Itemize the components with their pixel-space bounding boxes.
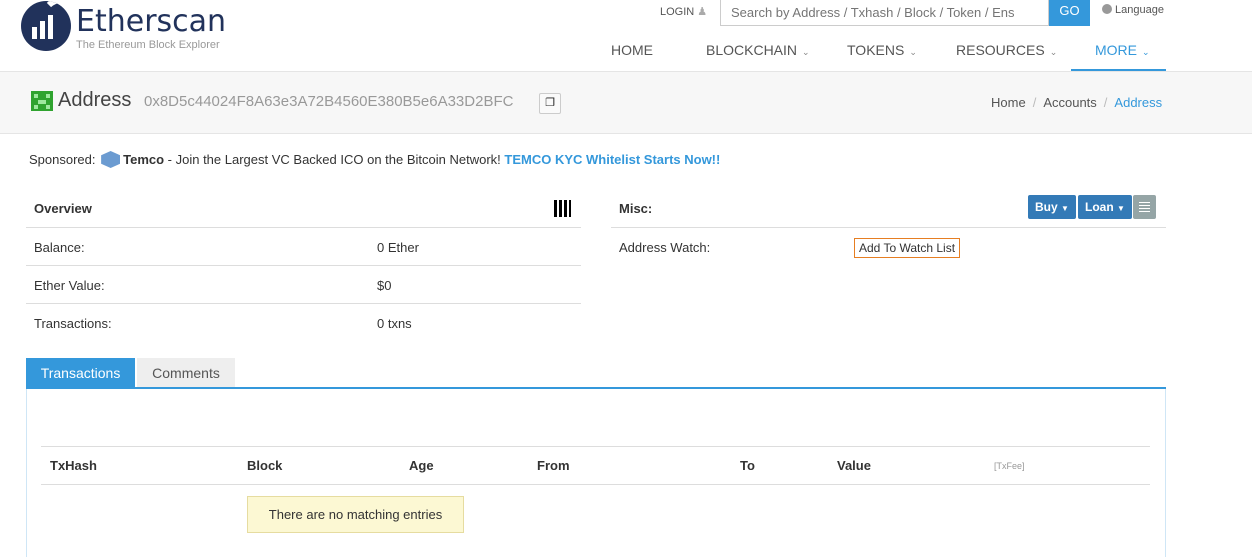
chevron-down-icon: ⌄ (909, 47, 917, 57)
address-identicon (31, 91, 53, 111)
globe-icon (1102, 4, 1112, 14)
search-input[interactable] (720, 0, 1049, 26)
brand-name: Etherscan (76, 4, 227, 39)
balance-label: Balance: (34, 240, 85, 255)
nav-more[interactable]: MORE ⌄ (1095, 42, 1150, 58)
col-txfee[interactable]: [TxFee] (994, 461, 1025, 471)
col-block: Block (247, 458, 283, 473)
nav-resources[interactable]: RESOURCES ⌄ (956, 42, 1057, 58)
transactions-row: Transactions: 0 txns (26, 304, 581, 342)
temco-logo-icon (101, 151, 121, 168)
etherscan-logo[interactable]: Etherscan The Ethereum Block Explorer (21, 1, 226, 51)
login-label: LOGIN (660, 6, 695, 18)
buy-label: Buy (1035, 200, 1058, 214)
nav-home[interactable]: HOME (611, 42, 653, 58)
sponsor-link[interactable]: TEMCO KYC Whitelist Starts Now!! (504, 152, 720, 167)
page-title: Address (58, 89, 132, 111)
loan-label: Loan (1085, 200, 1114, 214)
breadcrumb-home[interactable]: Home (991, 95, 1026, 110)
login-link[interactable]: LOGIN ♟ (660, 5, 707, 18)
misc-header: Misc: Buy ▼ Loan ▼ (611, 190, 1166, 228)
tab-content (26, 389, 1166, 557)
table-header-border (41, 484, 1150, 485)
nav-home-label: HOME (611, 42, 653, 58)
loan-button[interactable]: Loan ▼ (1078, 195, 1132, 219)
brand-tagline: The Ethereum Block Explorer (76, 39, 220, 51)
sponsored-banner: Sponsored: Temco - Join the Largest VC B… (29, 151, 720, 168)
col-txhash: TxHash (50, 458, 97, 473)
col-to: To (740, 458, 755, 473)
logo-icon (21, 1, 71, 51)
overview-panel: Overview Balance: 0 Ether Ether Value: $… (26, 190, 581, 342)
nav-active-indicator (1071, 69, 1166, 71)
overview-title: Overview (34, 201, 92, 216)
buy-button[interactable]: Buy ▼ (1028, 195, 1076, 219)
col-age: Age (409, 458, 434, 473)
search-go-button[interactable]: GO (1049, 0, 1090, 26)
ether-value-label: Ether Value: (34, 278, 105, 293)
transactions-label: Transactions: (34, 316, 112, 331)
overview-header: Overview (26, 190, 581, 228)
misc-title: Misc: (619, 201, 653, 216)
tab-comments[interactable]: Comments (137, 358, 235, 389)
nav-resources-label: RESOURCES (956, 42, 1045, 58)
nav-tokens[interactable]: TOKENS ⌄ (847, 42, 917, 58)
ether-value-row: Ether Value: $0 (26, 266, 581, 304)
nav-blockchain[interactable]: BLOCKCHAIN ⌄ (706, 42, 810, 58)
breadcrumb-accounts[interactable]: Accounts (1043, 95, 1096, 110)
breadcrumb: Home / Accounts / Address (991, 95, 1163, 110)
misc-panel: Misc: Buy ▼ Loan ▼ Address Watch: Add To… (611, 190, 1166, 266)
address-hash: 0x8D5c44024F8A63e3A72B4560E380B5e6A33D2B… (144, 93, 514, 110)
add-to-watch-list-button[interactable]: Add To Watch List (854, 238, 961, 258)
nav-tokens-label: TOKENS (847, 42, 905, 58)
col-value: Value (837, 458, 871, 473)
user-icon: ♟ (697, 6, 708, 18)
empty-table-message: There are no matching entries (247, 496, 464, 533)
breadcrumb-address: Address (1114, 95, 1163, 110)
menu-list-button[interactable] (1133, 195, 1156, 219)
col-from: From (537, 458, 570, 473)
address-watch-label: Address Watch: (619, 240, 711, 255)
caret-down-icon: ▼ (1061, 204, 1069, 213)
sponsored-label: Sponsored: (29, 152, 96, 167)
balance-value: 0 Ether (377, 240, 419, 255)
balance-row: Balance: 0 Ether (26, 228, 581, 266)
qr-code-icon[interactable] (554, 200, 571, 217)
sponsor-text: - Join the Largest VC Backed ICO on the … (164, 152, 505, 167)
language-selector[interactable]: Language (1102, 4, 1164, 16)
copy-icon: ❐ (545, 97, 555, 109)
nav-blockchain-label: BLOCKCHAIN (706, 42, 798, 58)
copy-address-button[interactable]: ❐ (539, 93, 561, 114)
chevron-down-icon: ⌄ (1142, 47, 1150, 57)
table-top-border (41, 446, 1150, 447)
chevron-down-icon: ⌄ (802, 47, 810, 57)
caret-down-icon: ▼ (1117, 204, 1125, 213)
tab-transactions[interactable]: Transactions (26, 358, 135, 389)
language-label: Language (1115, 4, 1164, 16)
chevron-down-icon: ⌄ (1049, 47, 1058, 57)
nav-more-label: MORE (1095, 42, 1137, 58)
transactions-value[interactable]: 0 txns (377, 316, 412, 331)
ether-value-value: $0 (377, 278, 392, 293)
sponsor-name[interactable]: Temco (123, 152, 164, 167)
